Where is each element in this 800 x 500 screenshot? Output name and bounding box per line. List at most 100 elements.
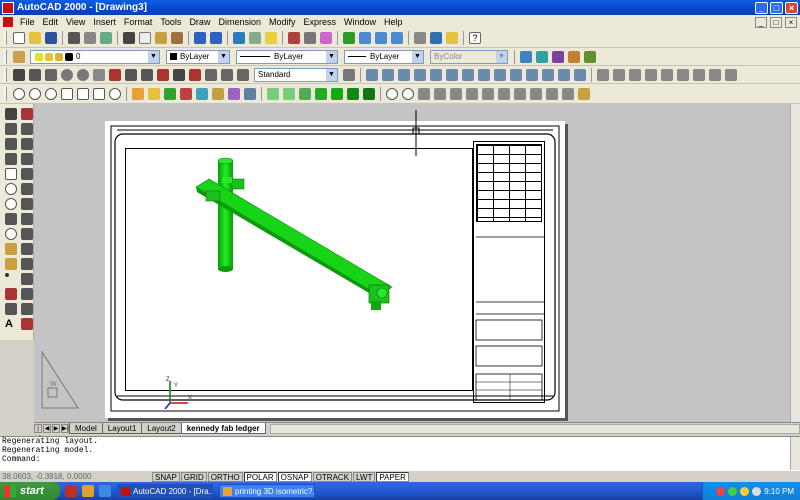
tab-layout1[interactable]: Layout1 (101, 423, 143, 434)
tolerance-icon[interactable] (173, 68, 185, 81)
explode-icon[interactable] (21, 318, 33, 330)
open-icon[interactable] (29, 32, 41, 44)
ucs-icon[interactable] (249, 32, 261, 44)
chevron-down-icon[interactable]: ▼ (326, 50, 337, 63)
clock[interactable]: 9:10 PM (764, 487, 794, 496)
tab-prev-button[interactable]: ◀ (43, 424, 51, 433)
camera-icon[interactable] (578, 87, 590, 100)
toolbar-grip[interactable] (4, 86, 7, 101)
surface-icon-1[interactable] (597, 68, 609, 81)
coordinate-readout[interactable]: 38.0603, -0.3918, 0.0000 (0, 472, 152, 481)
design-center-icon[interactable] (430, 32, 442, 44)
layer-combo[interactable]: 0 ▼ (30, 49, 160, 64)
image-icon[interactable] (320, 32, 332, 44)
taskbar-browser[interactable]: printing 3D isometric?... (219, 484, 315, 498)
landscape-icon[interactable] (196, 87, 208, 100)
tracking-icon[interactable] (233, 32, 245, 44)
rectangle-icon[interactable] (5, 168, 17, 180)
hatch-icon[interactable] (5, 288, 17, 300)
quicklaunch-acrobat-icon[interactable] (65, 485, 77, 497)
tray-icon-3[interactable] (740, 486, 750, 496)
scene-icon[interactable] (180, 87, 192, 100)
tab-last-button[interactable]: ▶| (61, 424, 69, 433)
zoom-previous-icon[interactable] (391, 32, 403, 44)
menu-edit[interactable]: Edit (39, 17, 63, 27)
otrack-toggle[interactable]: OTRACK (312, 471, 353, 482)
view-left-icon[interactable] (450, 87, 462, 100)
solid-box-icon[interactable] (366, 68, 378, 81)
view-icon-3[interactable] (552, 50, 564, 63)
chevron-down-icon[interactable]: ▼ (412, 50, 423, 63)
menu-file[interactable]: File (16, 17, 39, 27)
arc-icon[interactable] (5, 183, 17, 195)
menu-view[interactable]: View (62, 17, 89, 27)
help-icon[interactable]: ? (469, 32, 481, 44)
xref-icon[interactable] (304, 32, 316, 44)
quicklaunch-ie-icon[interactable] (99, 485, 111, 497)
view-nw-iso-icon[interactable] (562, 87, 574, 100)
orbit-icon[interactable] (386, 87, 398, 100)
copy-object-icon[interactable] (21, 123, 33, 135)
region-icon[interactable] (5, 303, 17, 315)
render-icon[interactable] (132, 87, 144, 100)
ellipse-icon[interactable] (5, 228, 17, 240)
doc-minimize-button[interactable]: _ (755, 16, 767, 28)
horizontal-scrollbar[interactable] (269, 423, 800, 434)
doc-close-button[interactable]: × (785, 16, 797, 28)
publish-icon[interactable] (100, 32, 112, 44)
interfere-icon[interactable] (526, 68, 538, 81)
minimize-button[interactable]: _ (755, 1, 768, 14)
tab-layout2[interactable]: Layout2 (141, 423, 182, 434)
stretch-icon[interactable] (21, 228, 33, 240)
insert-block-icon[interactable] (288, 32, 300, 44)
view-front-icon[interactable] (418, 87, 430, 100)
insert-block-tool-icon[interactable] (5, 243, 17, 255)
materials-icon[interactable] (164, 87, 176, 100)
baseline-dim-icon[interactable] (125, 68, 137, 81)
surface-icon-2[interactable] (613, 68, 625, 81)
tray-icon-1[interactable] (716, 486, 726, 496)
surface-icon-7[interactable] (693, 68, 705, 81)
solid-sphere-icon[interactable] (382, 68, 394, 81)
shade-flat-edges-icon[interactable] (347, 87, 359, 100)
layer-manager-icon[interactable] (13, 50, 25, 63)
solid-cone-icon[interactable] (414, 68, 426, 81)
construction-line-icon[interactable] (5, 123, 17, 135)
view-back-icon[interactable] (434, 87, 446, 100)
trim-icon[interactable] (21, 258, 33, 270)
vertical-scrollbar[interactable] (790, 104, 800, 422)
setup-drawing-icon[interactable] (542, 68, 554, 81)
document-icon[interactable] (3, 17, 13, 27)
shade-gouraud-edges-icon[interactable] (363, 87, 375, 100)
sphere-icon[interactable] (29, 87, 41, 100)
command-prompt[interactable]: Command: (2, 455, 800, 464)
shade-3d-wire-icon[interactable] (283, 87, 295, 100)
surface-icon-9[interactable] (725, 68, 737, 81)
lengthen-icon[interactable] (21, 243, 33, 255)
menu-insert[interactable]: Insert (89, 17, 120, 27)
pan-icon[interactable] (343, 32, 355, 44)
orbit-constrained-icon[interactable] (402, 87, 414, 100)
quicklaunch-browser-icon[interactable] (82, 485, 94, 497)
polygon-icon[interactable] (5, 153, 17, 165)
dim-style-icon[interactable] (343, 68, 355, 81)
extend-icon[interactable] (21, 273, 33, 285)
dimstyle-combo[interactable]: Standard ▼ (254, 67, 338, 82)
stats-icon[interactable] (244, 87, 256, 100)
chevron-down-icon[interactable]: ▼ (148, 50, 159, 63)
maximize-button[interactable]: □ (770, 1, 783, 14)
redo-icon[interactable] (210, 32, 222, 44)
toolbar-grip[interactable] (4, 31, 7, 45)
tab-first-button[interactable]: |◀ (34, 424, 42, 441)
taskbar-autocad[interactable]: AutoCAD 2000 - [Dra... (117, 484, 213, 498)
dim-text-edit-icon[interactable] (221, 68, 233, 81)
grid-toggle[interactable]: GRID (180, 471, 207, 482)
shade-flat-icon[interactable] (315, 87, 327, 100)
shade-gouraud-icon[interactable] (331, 87, 343, 100)
zoom-window-icon[interactable] (375, 32, 387, 44)
tab-next-button[interactable]: ▶ (52, 424, 60, 433)
menu-express[interactable]: Express (300, 17, 341, 27)
close-button[interactable]: × (785, 1, 798, 14)
polyline-icon[interactable] (5, 138, 17, 150)
menu-window[interactable]: Window (340, 17, 380, 27)
